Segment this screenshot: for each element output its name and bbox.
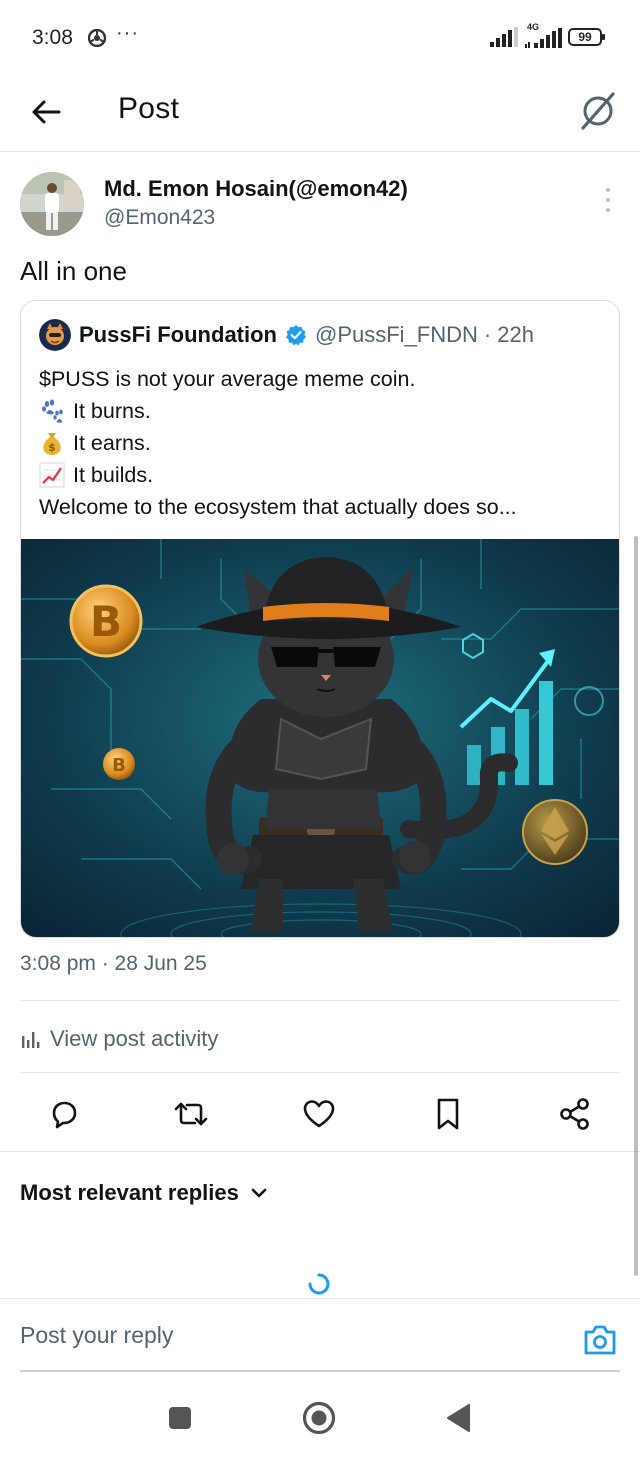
quoted-line: Welcome to the ecosystem that actually d… (39, 491, 609, 523)
triangle-back-icon (447, 1404, 470, 1432)
quoted-line: $ It earns. (39, 427, 609, 459)
home-button[interactable] (299, 1398, 339, 1438)
chevron-down-icon (251, 1188, 267, 1198)
analytics-icon (22, 1032, 40, 1048)
more-dot (606, 208, 610, 212)
chrome-icon (88, 29, 106, 47)
author-name[interactable]: Md. Emon Hosain(@emon42) (104, 176, 408, 202)
grok-button[interactable] (578, 88, 618, 132)
quoted-line-text: $PUSS is not your average meme coin. (39, 367, 416, 391)
battery-icon: 99 (568, 28, 605, 46)
camera-button[interactable] (582, 1323, 618, 1357)
repost-button[interactable] (171, 1094, 211, 1134)
replies-sort-label: Most relevant replies (20, 1180, 239, 1205)
avatar[interactable] (20, 172, 84, 236)
quoted-post-header: PussFi Foundation @PussFi_FNDN · 22h (39, 319, 534, 351)
status-more-icon: ··· (116, 22, 139, 44)
view-post-activity-link[interactable]: View post activity (20, 1022, 218, 1056)
post-actions-bar (0, 1090, 640, 1138)
quoted-post-image[interactable]: B B (21, 539, 620, 938)
quoted-separator: · (483, 322, 492, 347)
signal-4g-icon: 4G (524, 22, 562, 50)
share-button[interactable] (555, 1094, 595, 1134)
more-dot (606, 198, 610, 202)
divider (0, 1151, 640, 1152)
repost-icon (174, 1102, 208, 1126)
scrollbar[interactable] (634, 536, 638, 1276)
bookmark-icon (437, 1098, 459, 1130)
money-bag-icon: $ (43, 433, 61, 455)
author-handle[interactable]: @Emon423 (104, 206, 215, 230)
reply-input[interactable] (20, 1313, 560, 1357)
like-button[interactable] (299, 1094, 339, 1134)
heart-icon (303, 1100, 335, 1128)
grok-icon (581, 92, 615, 130)
top-app-bar: Post (0, 76, 640, 152)
quoted-post-card[interactable]: PussFi Foundation @PussFi_FNDN · 22h $PU… (20, 300, 620, 938)
quoted-line: $PUSS is not your average meme coin. (39, 363, 609, 395)
divider (20, 1072, 620, 1073)
svg-text:$: $ (48, 441, 56, 454)
divider (20, 1000, 620, 1001)
quoted-line-text: Welcome to the ecosystem that actually d… (39, 495, 517, 519)
page-title: Post (118, 92, 180, 125)
quoted-author-name: PussFi Foundation (79, 322, 277, 347)
reply-composer (0, 1298, 640, 1372)
view-post-activity-label: View post activity (50, 1026, 219, 1051)
replies-sort-dropdown[interactable]: Most relevant replies (20, 1178, 269, 1208)
reply-button[interactable] (44, 1094, 84, 1134)
camera-icon (584, 1325, 616, 1355)
chart-increasing-icon (39, 462, 65, 488)
square-icon (169, 1407, 191, 1429)
quoted-line-text: It burns. (73, 399, 151, 423)
quoted-avatar (39, 319, 71, 351)
status-indicators: 4G 99 (490, 22, 605, 50)
quoted-line-text: It builds. (73, 463, 154, 487)
reply-input-underline (20, 1370, 620, 1372)
verified-badge-icon (286, 325, 306, 346)
system-navigation-bar (0, 1378, 640, 1458)
post-text: All in one (20, 256, 127, 286)
quoted-line-text: It earns. (73, 431, 151, 455)
battery-level: 99 (578, 30, 592, 44)
post-timestamp: 3:08 pm · 28 Jun 25 (20, 952, 207, 975)
home-circle-icon (302, 1401, 336, 1435)
quoted-post-time: 22h (497, 322, 534, 347)
quoted-post-text: $PUSS is not your average meme coin. It … (39, 363, 609, 523)
arrow-left-icon (32, 100, 61, 124)
signal-icon (490, 27, 518, 47)
more-dot (606, 188, 610, 192)
quoted-author-handle: @PussFi_FNDN (315, 322, 478, 347)
quoted-line: It builds. (39, 459, 609, 491)
loading-spinner-icon (308, 1273, 330, 1295)
svg-text:B: B (90, 597, 122, 646)
quoted-line: It burns. (39, 395, 609, 427)
back-nav-button[interactable] (438, 1398, 478, 1438)
bookmark-button[interactable] (428, 1094, 468, 1134)
more-options-button[interactable] (598, 188, 618, 212)
recents-button[interactable] (160, 1398, 200, 1438)
svg-text:B: B (112, 755, 126, 776)
paw-prints-icon (42, 399, 63, 423)
reply-icon (52, 1101, 77, 1129)
share-icon (560, 1098, 589, 1130)
status-time: 3:08 (32, 26, 73, 49)
avatar-photo (20, 172, 84, 236)
status-bar: 3:08 ··· 4G 99 (0, 0, 640, 76)
back-button[interactable] (26, 92, 66, 132)
